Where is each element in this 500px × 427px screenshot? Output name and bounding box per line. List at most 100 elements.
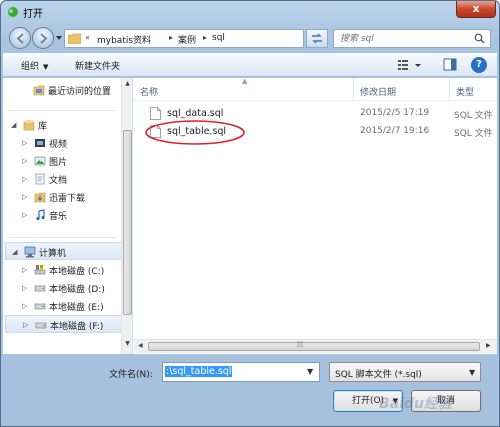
search-box[interactable] <box>333 29 491 48</box>
filename-value: :\sql_table.sql <box>165 366 233 377</box>
nav-divider <box>7 110 117 111</box>
change-view-button[interactable] <box>395 56 425 74</box>
expand-arrow-icon[interactable]: ▷ <box>22 139 27 147</box>
address-bar[interactable]: « mybatis资料 ▸ 案例 ▸ sql ▼ <box>64 29 361 48</box>
picture-icon <box>34 156 46 166</box>
nav-item-documents[interactable]: ▷ 文档 <box>3 170 121 188</box>
app-icon <box>8 7 18 17</box>
navigation-pane: 最近访问的位置 ◢ 库 ▷ 视频 ▷ 图片 ▷ 文档 ▷ 迅雷下载 ▷ 音乐 ◢… <box>3 78 133 354</box>
nav-item-drive-f[interactable]: ▷ 本地磁盘 (F:) <box>5 315 123 333</box>
content-area: 最近访问的位置 ◢ 库 ▷ 视频 ▷ 图片 ▷ 文档 ▷ 迅雷下载 ▷ 音乐 ◢… <box>3 77 497 354</box>
preview-pane-icon <box>443 58 457 71</box>
organize-button[interactable]: 组织 ▼ <box>21 59 48 72</box>
system-drive-icon <box>34 265 46 275</box>
nav-item-drive-c[interactable]: ▷ 本地磁盘 (C:) <box>3 261 121 279</box>
header-divider <box>134 100 497 101</box>
scroll-thumb[interactable] <box>123 130 132 315</box>
close-button[interactable]: x <box>456 1 496 18</box>
nav-item-thunder-downloads[interactable]: ▷ 迅雷下载 <box>3 188 121 206</box>
video-icon <box>35 139 45 147</box>
download-folder-icon <box>34 192 46 203</box>
column-header-label: 修改日期 <box>360 88 397 98</box>
nav-item-label: 迅雷下载 <box>49 194 86 204</box>
scroll-down-icon[interactable]: ▼ <box>123 340 132 350</box>
file-type: SQL 文件 <box>454 129 493 139</box>
expand-arrow-icon[interactable]: ▷ <box>22 266 27 274</box>
new-folder-button[interactable]: 新建文件夹 <box>75 59 120 72</box>
red-highlight-annotation <box>145 120 245 145</box>
filetype-select[interactable]: SQL 脚本文件 (*.sql) ▼ <box>329 362 481 382</box>
filename-label: 文件名(N): <box>109 370 153 380</box>
expand-arrow-icon[interactable]: ▷ <box>22 193 27 201</box>
column-header-date[interactable]: 修改日期 <box>354 78 450 100</box>
scroll-up-icon[interactable]: ▲ <box>123 80 132 90</box>
file-date: 2015/2/7 19:16 <box>360 126 430 136</box>
nav-item-computer[interactable]: ◢ 计算机 <box>5 242 123 260</box>
expand-arrow-icon[interactable]: ▷ <box>22 284 27 292</box>
nav-item-drive-e[interactable]: ▷ 本地磁盘 (E:) <box>3 297 121 315</box>
nav-item-music[interactable]: ▷ 音乐 <box>3 206 121 224</box>
music-icon <box>36 209 45 221</box>
nav-item-label: 本地磁盘 (F:) <box>50 322 104 332</box>
refresh-button[interactable] <box>306 29 328 48</box>
breadcrumb-separator[interactable]: ▸ <box>203 33 207 42</box>
nav-item-videos[interactable]: ▷ 视频 <box>3 134 121 152</box>
expand-arrow-icon[interactable]: ◢ <box>12 248 17 256</box>
nav-pane-scrollbar[interactable]: ▲ ▼ <box>121 78 132 354</box>
expand-arrow-icon[interactable]: ▷ <box>22 211 27 219</box>
document-icon <box>35 173 45 185</box>
horizontal-scrollbar[interactable]: ◀ ||| ▶ <box>134 339 497 353</box>
open-file-dialog: 打开 x « mybatis资料 ▸ 案例 ▸ sql 搜索 sql 组织 ▼ … <box>0 0 500 427</box>
expand-arrow-icon[interactable]: ▷ <box>23 321 28 329</box>
filetype-value: SQL 脚本文件 (*.sql) <box>335 370 422 380</box>
nav-item-label: 本地磁盘 (C:) <box>49 267 105 277</box>
filename-input[interactable]: :\sql_table.sql ▼ <box>162 362 320 382</box>
chevron-down-icon[interactable]: ▼ <box>307 367 313 376</box>
search-input[interactable] <box>340 32 468 45</box>
computer-icon <box>24 246 36 258</box>
nav-item-label: 库 <box>38 122 48 132</box>
expand-arrow-icon[interactable]: ▷ <box>22 302 27 310</box>
refresh-icon <box>312 33 322 44</box>
hard-drive-icon <box>35 322 47 329</box>
command-bar: 组织 ▼ 新建文件夹 ? <box>3 53 497 77</box>
nav-item-label: 图片 <box>49 158 68 168</box>
file-type: SQL 文件 <box>454 111 493 121</box>
nav-item-libraries[interactable]: ◢ 库 <box>3 116 121 134</box>
column-header-type[interactable]: 类型 <box>450 78 497 100</box>
address-row: « mybatis资料 ▸ 案例 ▸ sql ▼ <box>1 24 499 52</box>
scroll-left-icon[interactable]: ◀ <box>138 342 143 349</box>
nav-item-label: 音乐 <box>49 212 68 222</box>
nav-item-recent-places[interactable]: 最近访问的位置 <box>3 81 121 99</box>
column-header-label: 类型 <box>456 88 475 98</box>
scroll-thumb[interactable] <box>148 342 480 351</box>
recent-pages-dropdown-icon[interactable] <box>55 34 63 42</box>
breadcrumb-anli[interactable]: 案例 <box>178 33 196 46</box>
expand-arrow-icon[interactable]: ◢ <box>11 121 16 129</box>
nav-item-label: 文档 <box>49 176 68 186</box>
nav-item-drive-d[interactable]: ▷ 本地磁盘 (D:) <box>3 279 121 297</box>
breadcrumb-mybatis[interactable]: mybatis资料 <box>97 33 151 46</box>
forward-button[interactable] <box>32 27 54 49</box>
help-icon[interactable]: ? <box>471 57 487 73</box>
breadcrumb-separator[interactable]: ▸ <box>169 33 173 42</box>
recent-places-icon <box>33 85 45 96</box>
expand-arrow-icon[interactable]: ▷ <box>22 175 27 183</box>
file-name: sql_data.sql <box>167 108 224 119</box>
search-icon[interactable] <box>474 33 485 44</box>
breadcrumb-sql[interactable]: sql <box>212 33 225 43</box>
new-folder-label: 新建文件夹 <box>75 62 121 72</box>
back-button[interactable] <box>9 27 31 49</box>
column-header-name[interactable]: 名称 ▲ <box>134 77 354 100</box>
preview-pane-button[interactable] <box>441 56 459 74</box>
expand-arrow-icon[interactable]: ▷ <box>22 157 27 165</box>
library-icon <box>23 120 35 131</box>
arrow-left-icon <box>16 33 24 44</box>
nav-divider <box>7 237 117 238</box>
breadcrumb-overflow[interactable]: « <box>85 33 90 42</box>
nav-item-label: 最近访问的位置 <box>48 87 112 97</box>
nav-item-label: 计算机 <box>39 249 67 259</box>
hard-drive-icon <box>34 303 46 310</box>
nav-item-pictures[interactable]: ▷ 图片 <box>3 152 121 170</box>
scroll-right-icon[interactable]: ▶ <box>486 342 491 349</box>
